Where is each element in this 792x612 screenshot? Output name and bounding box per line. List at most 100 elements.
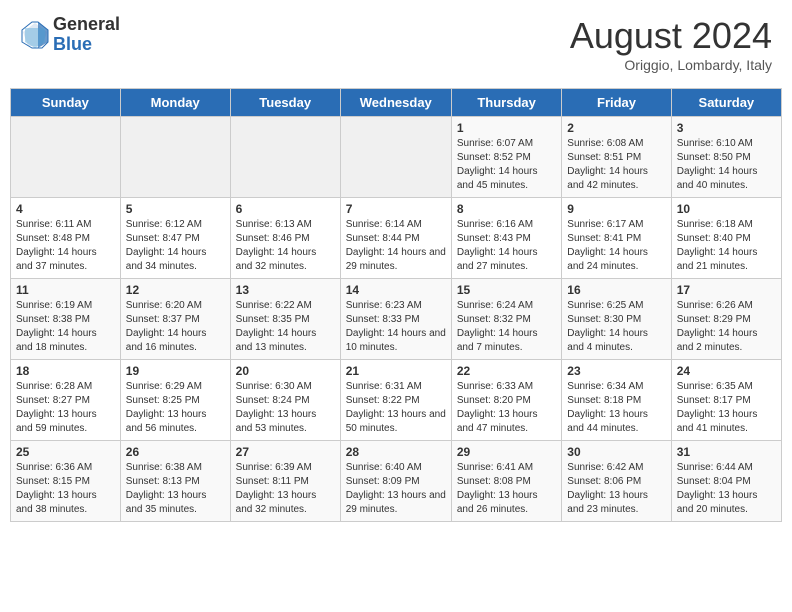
logo-text: General Blue	[53, 15, 120, 55]
day-info: Sunrise: 6:34 AM Sunset: 8:18 PM Dayligh…	[567, 380, 665, 436]
calendar-table: SundayMondayTuesdayWednesdayThursdayFrid…	[10, 88, 782, 522]
empty-cell	[230, 117, 340, 198]
week-row-4: 18 Sunrise: 6:28 AM Sunset: 8:27 PM Dayli…	[11, 360, 782, 441]
day-info: Sunrise: 6:35 AM Sunset: 8:17 PM Dayligh…	[677, 380, 776, 436]
week-row-3: 11Sunrise: 6:19 AM Sunset: 8:38 PM Dayli…	[11, 279, 782, 360]
day-info: Sunrise: 6:26 AM Sunset: 8:29 PM Dayligh…	[677, 299, 776, 355]
week-row-1: 1 Sunrise: 6:07 AM Sunset: 8:52 PM Daylig…	[11, 117, 782, 198]
day-info: Sunrise: 6:13 AM Sunset: 8:46 PM Dayligh…	[236, 218, 335, 274]
weekday-header-tuesday: Tuesday	[230, 89, 340, 117]
day-info: Sunrise: 6:19 AM Sunset: 8:38 PM Dayligh…	[16, 299, 115, 355]
month-title: August 2024	[570, 15, 772, 57]
day-info: Sunrise: 6:17 AM Sunset: 8:41 PM Dayligh…	[567, 218, 665, 274]
day-cell-18: 18 Sunrise: 6:28 AM Sunset: 8:27 PM Dayli…	[11, 360, 121, 441]
day-cell-28: 28 Sunrise: 6:40 AM Sunset: 8:09 PM Dayli…	[340, 441, 451, 522]
logo-general: General	[53, 15, 120, 35]
day-number: 12	[126, 283, 225, 297]
day-number: 19	[126, 364, 225, 378]
day-info: Sunrise: 6:23 AM Sunset: 8:33 PM Dayligh…	[346, 299, 446, 355]
day-cell-3: 3 Sunrise: 6:10 AM Sunset: 8:50 PM Daylig…	[671, 117, 781, 198]
day-cell-30: 30 Sunrise: 6:42 AM Sunset: 8:06 PM Dayli…	[562, 441, 671, 522]
empty-cell	[340, 117, 451, 198]
day-info: Sunrise: 6:25 AM Sunset: 8:30 PM Dayligh…	[567, 299, 665, 355]
empty-cell	[120, 117, 230, 198]
day-cell-27: 27Sunrise: 6:39 AM Sunset: 8:11 PM Dayli…	[230, 441, 340, 522]
day-info: Sunrise: 6:14 AM Sunset: 8:44 PM Dayligh…	[346, 218, 446, 274]
day-cell-25: 25Sunrise: 6:36 AM Sunset: 8:15 PM Dayli…	[11, 441, 121, 522]
day-cell-29: 29 Sunrise: 6:41 AM Sunset: 8:08 PM Dayli…	[451, 441, 561, 522]
page-header: General Blue August 2024 Origgio, Lombar…	[10, 10, 782, 78]
day-info: Sunrise: 6:42 AM Sunset: 8:06 PM Dayligh…	[567, 461, 665, 517]
day-number: 22	[457, 364, 556, 378]
day-cell-13: 13 Sunrise: 6:22 AM Sunset: 8:35 PM Dayli…	[230, 279, 340, 360]
day-info: Sunrise: 6:38 AM Sunset: 8:13 PM Dayligh…	[126, 461, 225, 517]
day-info: Sunrise: 6:41 AM Sunset: 8:08 PM Dayligh…	[457, 461, 556, 517]
logo-blue: Blue	[53, 35, 120, 55]
day-number: 18	[16, 364, 115, 378]
day-number: 28	[346, 445, 446, 459]
day-cell-5: 5 Sunrise: 6:12 AM Sunset: 8:47 PM Daylig…	[120, 198, 230, 279]
day-info: Sunrise: 6:30 AM Sunset: 8:24 PM Dayligh…	[236, 380, 335, 436]
day-cell-17: 17 Sunrise: 6:26 AM Sunset: 8:29 PM Dayli…	[671, 279, 781, 360]
day-cell-24: 24Sunrise: 6:35 AM Sunset: 8:17 PM Dayli…	[671, 360, 781, 441]
day-cell-6: 6 Sunrise: 6:13 AM Sunset: 8:46 PM Daylig…	[230, 198, 340, 279]
day-number: 30	[567, 445, 665, 459]
day-cell-16: 16Sunrise: 6:25 AM Sunset: 8:30 PM Dayli…	[562, 279, 671, 360]
day-number: 7	[346, 202, 446, 216]
day-info: Sunrise: 6:08 AM Sunset: 8:51 PM Dayligh…	[567, 137, 665, 193]
day-info: Sunrise: 6:28 AM Sunset: 8:27 PM Dayligh…	[16, 380, 115, 436]
weekday-header-thursday: Thursday	[451, 89, 561, 117]
day-cell-4: 4 Sunrise: 6:11 AM Sunset: 8:48 PM Daylig…	[11, 198, 121, 279]
location-subtitle: Origgio, Lombardy, Italy	[570, 57, 772, 73]
day-cell-26: 26Sunrise: 6:38 AM Sunset: 8:13 PM Dayli…	[120, 441, 230, 522]
day-info: Sunrise: 6:22 AM Sunset: 8:35 PM Dayligh…	[236, 299, 335, 355]
day-number: 14	[346, 283, 446, 297]
day-info: Sunrise: 6:18 AM Sunset: 8:40 PM Dayligh…	[677, 218, 776, 274]
day-number: 27	[236, 445, 335, 459]
day-cell-10: 10 Sunrise: 6:18 AM Sunset: 8:40 PM Dayli…	[671, 198, 781, 279]
day-info: Sunrise: 6:31 AM Sunset: 8:22 PM Dayligh…	[346, 380, 446, 436]
day-number: 9	[567, 202, 665, 216]
weekday-header-sunday: Sunday	[11, 89, 121, 117]
day-number: 29	[457, 445, 556, 459]
day-cell-9: 9 Sunrise: 6:17 AM Sunset: 8:41 PM Daylig…	[562, 198, 671, 279]
day-number: 2	[567, 121, 665, 135]
day-cell-1: 1 Sunrise: 6:07 AM Sunset: 8:52 PM Daylig…	[451, 117, 561, 198]
day-number: 3	[677, 121, 776, 135]
day-info: Sunrise: 6:36 AM Sunset: 8:15 PM Dayligh…	[16, 461, 115, 517]
day-info: Sunrise: 6:29 AM Sunset: 8:25 PM Dayligh…	[126, 380, 225, 436]
day-number: 6	[236, 202, 335, 216]
day-info: Sunrise: 6:33 AM Sunset: 8:20 PM Dayligh…	[457, 380, 556, 436]
weekday-header-row: SundayMondayTuesdayWednesdayThursdayFrid…	[11, 89, 782, 117]
day-number: 13	[236, 283, 335, 297]
day-info: Sunrise: 6:40 AM Sunset: 8:09 PM Dayligh…	[346, 461, 446, 517]
day-info: Sunrise: 6:11 AM Sunset: 8:48 PM Dayligh…	[16, 218, 115, 274]
day-number: 17	[677, 283, 776, 297]
day-number: 31	[677, 445, 776, 459]
day-number: 10	[677, 202, 776, 216]
day-cell-2: 2 Sunrise: 6:08 AM Sunset: 8:51 PM Daylig…	[562, 117, 671, 198]
day-info: Sunrise: 6:20 AM Sunset: 8:37 PM Dayligh…	[126, 299, 225, 355]
day-number: 8	[457, 202, 556, 216]
weekday-header-saturday: Saturday	[671, 89, 781, 117]
logo: General Blue	[20, 15, 120, 55]
weekday-header-friday: Friday	[562, 89, 671, 117]
day-cell-19: 19 Sunrise: 6:29 AM Sunset: 8:25 PM Dayli…	[120, 360, 230, 441]
weekday-header-monday: Monday	[120, 89, 230, 117]
weekday-header-wednesday: Wednesday	[340, 89, 451, 117]
day-cell-11: 11Sunrise: 6:19 AM Sunset: 8:38 PM Dayli…	[11, 279, 121, 360]
day-info: Sunrise: 6:10 AM Sunset: 8:50 PM Dayligh…	[677, 137, 776, 193]
day-number: 1	[457, 121, 556, 135]
day-info: Sunrise: 6:12 AM Sunset: 8:47 PM Dayligh…	[126, 218, 225, 274]
week-row-2: 4 Sunrise: 6:11 AM Sunset: 8:48 PM Daylig…	[11, 198, 782, 279]
day-cell-7: 7 Sunrise: 6:14 AM Sunset: 8:44 PM Daylig…	[340, 198, 451, 279]
day-number: 4	[16, 202, 115, 216]
day-number: 23	[567, 364, 665, 378]
day-number: 5	[126, 202, 225, 216]
day-cell-23: 23 Sunrise: 6:34 AM Sunset: 8:18 PM Dayli…	[562, 360, 671, 441]
day-info: Sunrise: 6:07 AM Sunset: 8:52 PM Dayligh…	[457, 137, 556, 193]
day-cell-22: 22 Sunrise: 6:33 AM Sunset: 8:20 PM Dayli…	[451, 360, 561, 441]
week-row-5: 25Sunrise: 6:36 AM Sunset: 8:15 PM Dayli…	[11, 441, 782, 522]
empty-cell	[11, 117, 121, 198]
day-cell-21: 21Sunrise: 6:31 AM Sunset: 8:22 PM Dayli…	[340, 360, 451, 441]
